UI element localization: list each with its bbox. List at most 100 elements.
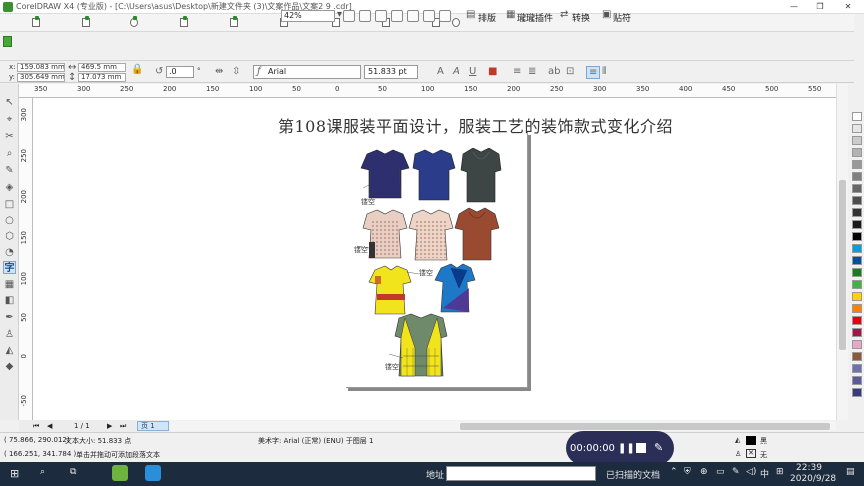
crop-tool-icon[interactable]: ✂ bbox=[3, 130, 16, 143]
first-page-icon[interactable]: ⏮ bbox=[33, 422, 39, 431]
polygon-tool-icon[interactable]: ⬡ bbox=[3, 230, 16, 243]
underline-icon[interactable]: U bbox=[469, 66, 476, 77]
recorder-taskbar-icon[interactable] bbox=[145, 465, 161, 481]
horizontal-text-icon[interactable]: ≡ bbox=[586, 66, 601, 79]
palette-swatch[interactable] bbox=[852, 352, 862, 361]
freehand-tool-icon[interactable]: ✎ bbox=[3, 164, 16, 177]
mirror-vertical-icon[interactable]: ⇳ bbox=[232, 66, 240, 77]
menu-file-icon[interactable] bbox=[30, 16, 42, 29]
interactive-blend-icon[interactable]: ◧ bbox=[3, 294, 16, 307]
zoom-height-icon[interactable] bbox=[439, 10, 451, 22]
table-tool-icon[interactable]: ▦ bbox=[3, 278, 16, 291]
plugin-button[interactable]: 瓏瓏插件 bbox=[517, 11, 553, 24]
pause-icon[interactable]: ❚❚ bbox=[618, 443, 635, 454]
prev-page-icon[interactable]: ◀ bbox=[47, 422, 52, 430]
x-position-field[interactable]: 159.083 mm bbox=[17, 63, 65, 72]
search-icon[interactable]: ⌕ bbox=[40, 467, 45, 477]
palette-swatch[interactable] bbox=[852, 232, 862, 241]
palette-swatch[interactable] bbox=[852, 172, 862, 181]
zoom-width-icon[interactable] bbox=[423, 10, 435, 22]
zoom-page-icon[interactable] bbox=[407, 10, 419, 22]
interactive-fill-icon[interactable]: ◆ bbox=[3, 360, 16, 373]
menu-view-icon[interactable] bbox=[128, 16, 140, 29]
coreldraw-taskbar-icon[interactable] bbox=[112, 465, 128, 481]
menu-edit-icon[interactable] bbox=[80, 16, 92, 29]
scanned-docs-label[interactable]: 已扫描的文档 bbox=[606, 468, 660, 481]
fill-tool-icon[interactable]: ◭ bbox=[3, 344, 16, 357]
palette-swatch[interactable] bbox=[852, 364, 862, 373]
close-button[interactable]: ✕ bbox=[838, 0, 858, 14]
basic-shapes-icon[interactable]: ◔ bbox=[3, 246, 16, 259]
last-page-icon[interactable]: ⏭ bbox=[120, 422, 126, 431]
zoom-dropdown-icon[interactable]: ▾ bbox=[337, 9, 342, 20]
horizontal-scroll-thumb[interactable] bbox=[460, 423, 830, 430]
edit-text-icon[interactable]: ab bbox=[548, 66, 560, 77]
rotation-field[interactable]: .0 bbox=[166, 66, 194, 78]
zoom-tool-icon[interactable]: ⌕ bbox=[3, 147, 16, 160]
stop-icon[interactable] bbox=[636, 443, 646, 453]
lock-ratio-icon[interactable]: 🔒 bbox=[131, 64, 143, 75]
menu-arrange-icon[interactable] bbox=[228, 16, 240, 29]
pen-workspace-icon[interactable]: ✎ bbox=[732, 467, 740, 477]
menu-layout-icon[interactable] bbox=[178, 16, 190, 29]
font-size-select[interactable]: 51.833 pt bbox=[364, 65, 418, 79]
notifications-icon[interactable]: ▤ bbox=[846, 467, 855, 477]
palette-swatch[interactable] bbox=[852, 316, 862, 325]
menu-help-icon[interactable] bbox=[450, 17, 462, 29]
network-icon[interactable]: ⊕ bbox=[700, 467, 708, 477]
fill-swatch[interactable] bbox=[746, 436, 756, 445]
restore-button[interactable]: ❐ bbox=[810, 0, 830, 14]
minimize-button[interactable]: — bbox=[784, 0, 804, 14]
palette-swatch[interactable] bbox=[852, 292, 862, 301]
new-document-icon[interactable] bbox=[3, 36, 12, 47]
paste-button[interactable]: 贴符 bbox=[613, 11, 631, 24]
typeset-button[interactable]: 排版 bbox=[478, 11, 496, 24]
outline-pen-icon[interactable]: ♙ bbox=[3, 328, 16, 341]
ime-mode-icon[interactable]: ⊞ bbox=[776, 467, 784, 477]
garment-illustrations[interactable] bbox=[355, 148, 515, 383]
palette-swatch[interactable] bbox=[852, 124, 862, 133]
start-icon[interactable]: ⊞ bbox=[10, 467, 19, 480]
pick-tool-icon[interactable]: ↖ bbox=[3, 96, 16, 109]
font-family-select[interactable]: Arial bbox=[253, 65, 361, 79]
zoom-out-icon[interactable] bbox=[359, 10, 371, 22]
mirror-horizontal-icon[interactable]: ⇹ bbox=[215, 66, 223, 77]
shape-tool-icon[interactable]: ⌖ bbox=[3, 113, 16, 126]
zoom-select[interactable]: 42% bbox=[281, 10, 335, 22]
text-frame-icon[interactable]: ⊡ bbox=[566, 66, 574, 77]
palette-swatch[interactable] bbox=[852, 304, 862, 313]
palette-swatch[interactable] bbox=[852, 160, 862, 169]
width-field[interactable]: 469.5 mm bbox=[78, 63, 126, 72]
vertical-text-icon[interactable]: ⦀ bbox=[602, 66, 606, 77]
palette-swatch[interactable] bbox=[852, 256, 862, 265]
zoom-in-icon[interactable] bbox=[343, 10, 355, 22]
volume-icon[interactable]: ◁) bbox=[746, 467, 756, 477]
address-input[interactable] bbox=[446, 466, 596, 481]
palette-swatch[interactable] bbox=[852, 112, 862, 121]
bullet-list-icon[interactable]: ≡ bbox=[513, 66, 521, 77]
palette-swatch[interactable] bbox=[852, 136, 862, 145]
palette-swatch[interactable] bbox=[852, 244, 862, 253]
text-color-icon[interactable]: ■ bbox=[488, 66, 497, 77]
next-page-icon[interactable]: ▶ bbox=[107, 422, 112, 430]
zoom-selected-icon[interactable] bbox=[375, 10, 387, 22]
palette-swatch[interactable] bbox=[852, 376, 862, 385]
palette-swatch[interactable] bbox=[852, 268, 862, 277]
palette-swatch[interactable] bbox=[852, 340, 862, 349]
palette-swatch[interactable] bbox=[852, 184, 862, 193]
convert-button[interactable]: 转换 bbox=[572, 11, 590, 24]
y-position-field[interactable]: 305.649 mm bbox=[17, 73, 65, 82]
palette-swatch[interactable] bbox=[852, 280, 862, 289]
palette-swatch[interactable] bbox=[852, 148, 862, 157]
ellipse-tool-icon[interactable]: ○ bbox=[3, 214, 16, 227]
zoom-all-icon[interactable] bbox=[391, 10, 403, 22]
ime-label[interactable]: 中 bbox=[760, 467, 769, 480]
outline-swatch[interactable]: ✕ bbox=[746, 449, 756, 458]
shield-icon[interactable]: ⛨ bbox=[684, 467, 691, 477]
italic-icon[interactable]: A bbox=[453, 66, 460, 77]
palette-swatch[interactable] bbox=[852, 388, 862, 397]
document-heading-text[interactable]: 第108课服装平面设计，服装工艺的装饰款式变化介绍 bbox=[278, 113, 673, 137]
page-tab-1[interactable]: 页 1 bbox=[137, 421, 169, 431]
palette-swatch[interactable] bbox=[852, 208, 862, 217]
smart-fill-icon[interactable]: ◈ bbox=[3, 181, 16, 194]
